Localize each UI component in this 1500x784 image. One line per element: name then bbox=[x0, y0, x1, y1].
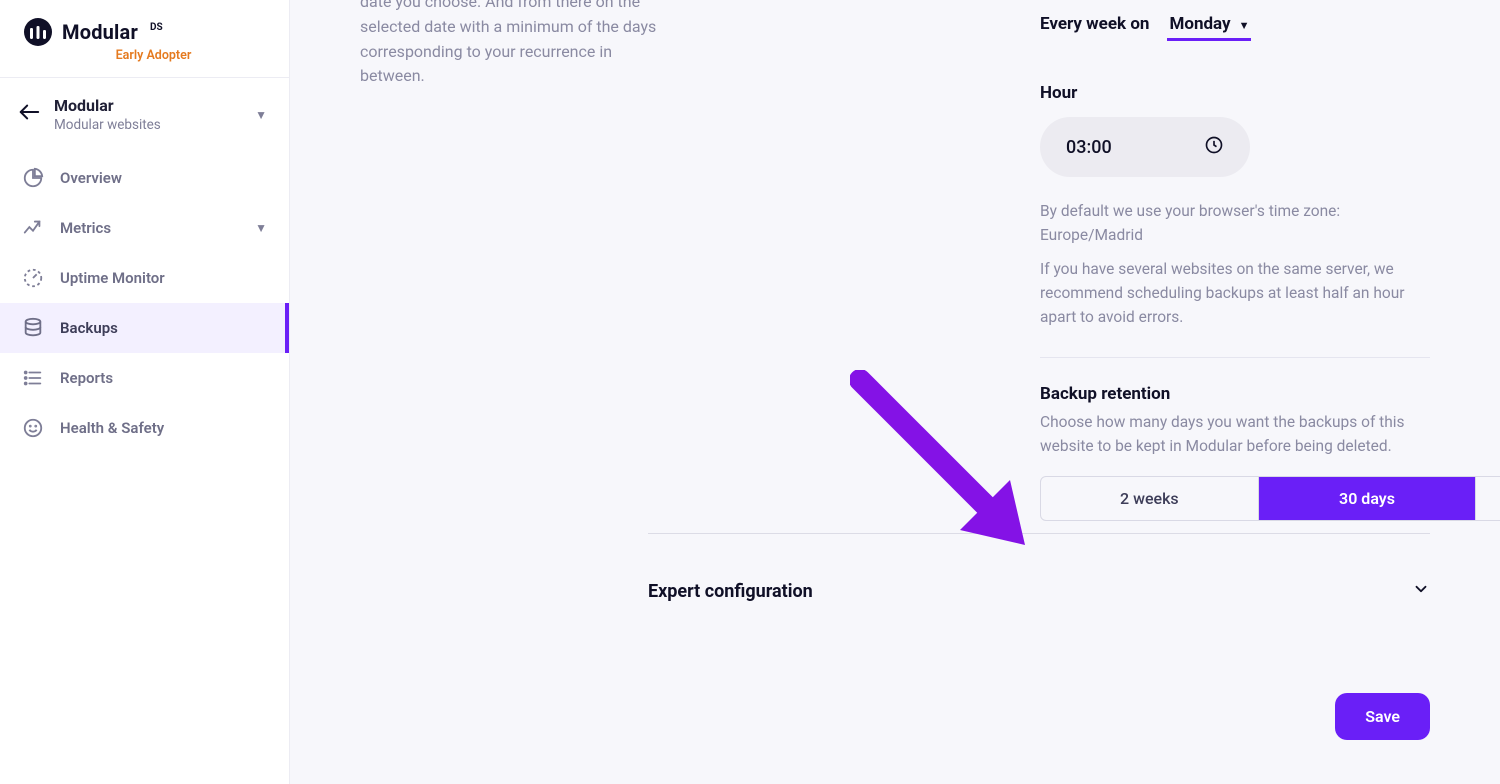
frequency-label: Every week on bbox=[1040, 14, 1149, 34]
section-divider bbox=[648, 533, 1430, 534]
expert-label: Expert configuration bbox=[648, 581, 813, 602]
sidebar-item-label: Reports bbox=[60, 369, 113, 387]
divider bbox=[1040, 357, 1430, 358]
sidebar-item-overview[interactable]: Overview bbox=[0, 153, 289, 203]
database-icon bbox=[22, 317, 44, 339]
spacing-note: If you have several websites on the same… bbox=[1040, 257, 1430, 329]
chevron-down-icon[interactable]: ▼ bbox=[255, 108, 267, 122]
sidebar-item-label: Backups bbox=[60, 319, 118, 337]
frequency-row: Every week on Monday ▼ bbox=[1040, 12, 1430, 41]
day-value: Monday bbox=[1169, 14, 1230, 34]
schedule-description: date you choose. And from there on the s… bbox=[360, 0, 680, 89]
sidebar-item-metrics[interactable]: Metrics ▼ bbox=[0, 203, 289, 253]
main-content: date you choose. And from there on the s… bbox=[290, 0, 1500, 784]
site-selector[interactable]: Modular Modular websites ▼ bbox=[0, 78, 289, 147]
gauge-icon bbox=[22, 267, 44, 289]
hour-label: Hour bbox=[1040, 83, 1430, 103]
hour-value: 03:00 bbox=[1066, 137, 1112, 158]
trend-icon bbox=[22, 217, 44, 239]
sidebar-item-reports[interactable]: Reports bbox=[0, 353, 289, 403]
logo-area: Modular DS Early Adopter bbox=[0, 0, 289, 78]
sidebar-item-label: Health & Safety bbox=[60, 419, 164, 437]
clock-icon bbox=[1204, 135, 1224, 159]
sidebar: Modular DS Early Adopter Modular Modular… bbox=[0, 0, 290, 784]
retention-option-30days[interactable]: 30 days bbox=[1259, 477, 1477, 520]
brand-logo-icon bbox=[24, 18, 52, 46]
brand-tagline: Early Adopter bbox=[42, 48, 265, 63]
site-subtitle: Modular websites bbox=[54, 117, 241, 133]
sidebar-nav: Overview Metrics ▼ Uptime Monitor Backup… bbox=[0, 147, 289, 784]
chevron-down-icon: ▼ bbox=[255, 221, 267, 235]
smile-icon bbox=[22, 417, 44, 439]
sidebar-item-health[interactable]: Health & Safety bbox=[0, 403, 289, 453]
timezone-note: By default we use your browser's time zo… bbox=[1040, 199, 1430, 247]
sidebar-item-label: Uptime Monitor bbox=[60, 269, 165, 287]
retention-option-2weeks[interactable]: 2 weeks bbox=[1041, 477, 1259, 520]
retention-desc: Choose how many days you want the backup… bbox=[1040, 410, 1430, 458]
site-name: Modular bbox=[54, 96, 241, 115]
save-button[interactable]: Save bbox=[1335, 693, 1430, 740]
annotation-arrow-icon bbox=[850, 370, 1050, 570]
hour-input[interactable]: 03:00 bbox=[1040, 117, 1250, 177]
list-icon bbox=[22, 367, 44, 389]
retention-segment: 2 weeks 30 days 45 days bbox=[1040, 476, 1500, 521]
back-arrow-icon[interactable] bbox=[18, 102, 40, 127]
sidebar-item-label: Metrics bbox=[60, 219, 111, 237]
brand-suffix: DS bbox=[150, 22, 163, 33]
sidebar-item-label: Overview bbox=[60, 169, 122, 187]
dropdown-triangle-icon: ▼ bbox=[1239, 19, 1250, 32]
sidebar-item-uptime[interactable]: Uptime Monitor bbox=[0, 253, 289, 303]
brand-name: Modular bbox=[62, 20, 138, 44]
day-select[interactable]: Monday ▼ bbox=[1167, 12, 1251, 41]
expert-config-toggle[interactable]: Expert configuration bbox=[648, 580, 1430, 602]
sidebar-item-backups[interactable]: Backups bbox=[0, 303, 289, 353]
chevron-down-icon bbox=[1412, 580, 1430, 602]
pie-icon bbox=[22, 167, 44, 189]
retention-option-45days[interactable]: 45 days bbox=[1476, 477, 1500, 520]
retention-title: Backup retention bbox=[1040, 384, 1430, 404]
